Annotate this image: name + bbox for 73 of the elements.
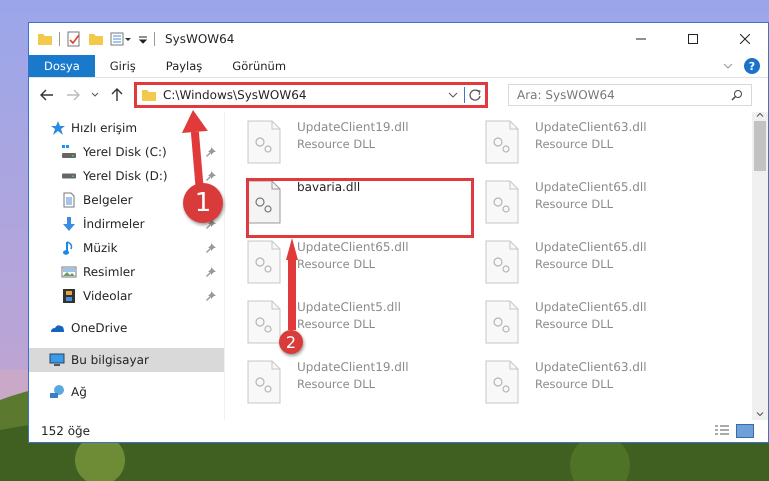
- pin-icon[interactable]: [206, 243, 216, 253]
- sidebar-item[interactable]: Müzik: [83, 241, 118, 255]
- ribbon-tab[interactable]: Dosya: [29, 55, 95, 77]
- ribbon-tab[interactable]: Paylaş: [150, 55, 218, 77]
- file-type: Resource DLL: [297, 317, 376, 331]
- search-icon[interactable]: [731, 89, 743, 101]
- scrollbar[interactable]: [752, 112, 768, 420]
- close-icon[interactable]: [740, 34, 750, 44]
- sidebar-item[interactable]: Yerel Disk (C:): [83, 145, 167, 159]
- file-type: Resource DLL: [297, 377, 376, 391]
- folder-icon[interactable]: [88, 31, 104, 47]
- pin-icon[interactable]: [206, 171, 216, 181]
- sidebar-item[interactable]: Yerel Disk (D:): [83, 169, 168, 183]
- up-arrow-icon[interactable]: [111, 88, 123, 102]
- file-icon[interactable]: [247, 120, 281, 164]
- caret-icon[interactable]: [448, 91, 458, 99]
- file-icon[interactable]: [485, 300, 519, 344]
- file-type: Resource DLL: [535, 377, 614, 391]
- sidebar-item[interactable]: Belgeler: [83, 193, 133, 207]
- file-icon[interactable]: [485, 360, 519, 404]
- folder-icon: [141, 87, 157, 103]
- item-count: 152 öğe: [41, 424, 92, 438]
- file-icon[interactable]: [247, 180, 281, 224]
- download-icon: [61, 216, 77, 232]
- caret-icon[interactable]: [91, 92, 99, 98]
- pin-icon[interactable]: [206, 267, 216, 277]
- back-arrow-icon[interactable]: [40, 89, 54, 101]
- file-icon[interactable]: [485, 120, 519, 164]
- file-name[interactable]: bavaria.dll: [297, 180, 360, 194]
- checkmark-icon[interactable]: [66, 31, 82, 47]
- star-icon: [49, 120, 65, 136]
- tiles-view-icon[interactable]: [736, 424, 754, 438]
- maximize-icon[interactable]: [688, 34, 698, 44]
- drive-icon: [61, 173, 77, 179]
- file-icon[interactable]: [485, 180, 519, 224]
- network-icon: [49, 384, 65, 400]
- file-type: Resource DLL: [535, 317, 614, 331]
- address-field[interactable]: C:\Windows\SysWOW64: [137, 85, 485, 105]
- ribbon-tab[interactable]: Giriş: [94, 55, 151, 77]
- pin-icon[interactable]: [206, 147, 216, 157]
- folder-icon[interactable]: [37, 31, 53, 47]
- sidebar-item[interactable]: Hızlı erişim: [29, 116, 224, 140]
- pin-icon[interactable]: [206, 219, 216, 229]
- file-type: Resource DLL: [297, 257, 376, 271]
- help-button[interactable]: ?: [744, 58, 760, 74]
- file-icon[interactable]: [247, 300, 281, 344]
- sidebar-item[interactable]: Ağ: [29, 380, 224, 404]
- sidebar-item[interactable]: Bu bilgisayar: [29, 348, 224, 372]
- caret-up-icon[interactable]: [756, 112, 764, 117]
- drive-icon: [61, 144, 77, 160]
- file-icon[interactable]: [485, 240, 519, 284]
- caret-down-icon[interactable]: [756, 412, 764, 417]
- sidebar-item[interactable]: İndirmeler: [83, 217, 145, 231]
- file-type: Resource DLL: [297, 137, 376, 151]
- file-icon[interactable]: [247, 240, 281, 284]
- monitor-icon: [49, 352, 65, 368]
- sidebar-item[interactable]: OneDrive: [29, 316, 224, 340]
- document-icon: [61, 192, 77, 208]
- sidebar-item[interactable]: Resimler: [83, 265, 136, 279]
- file-type: Resource DLL: [535, 257, 614, 271]
- sidebar-item[interactable]: Videolar: [83, 289, 132, 303]
- scroll-thumb[interactable]: [754, 121, 766, 171]
- ribbon-tab[interactable]: Görünüm: [217, 55, 302, 77]
- search-field[interactable]: Ara: SysWOW64: [508, 84, 752, 106]
- properties-icon[interactable]: [110, 31, 132, 47]
- window-title: SysWOW64: [165, 32, 236, 46]
- file-icon[interactable]: [247, 360, 281, 404]
- minimize-icon[interactable]: [636, 38, 646, 40]
- image-icon: [61, 264, 77, 280]
- pin-icon[interactable]: [206, 291, 216, 301]
- file-type: Resource DLL: [535, 137, 614, 151]
- film-icon: [61, 288, 77, 304]
- file-type: Resource DLL: [535, 197, 614, 211]
